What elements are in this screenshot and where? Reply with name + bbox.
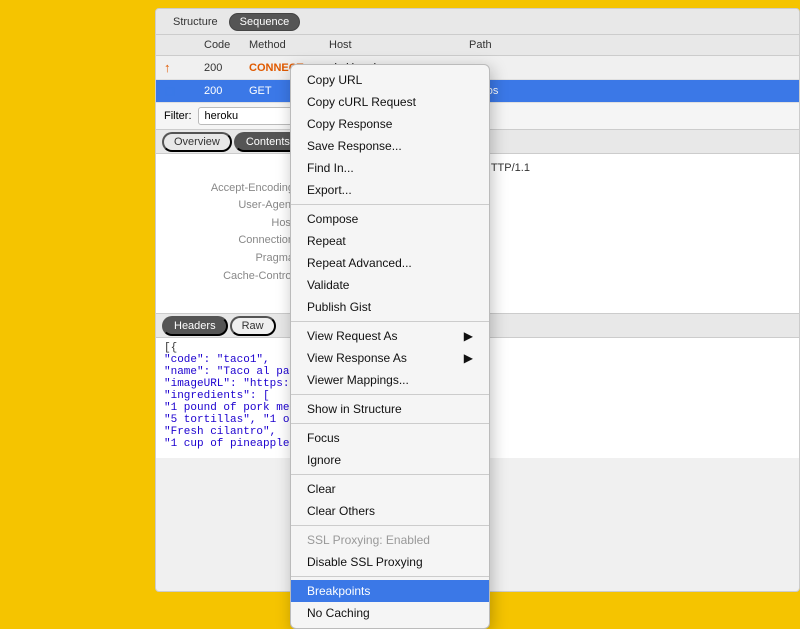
tab-raw[interactable]: Raw [230,316,276,336]
menu-breakpoints[interactable]: Breakpoints [291,580,489,602]
col-host: Host [325,37,465,53]
menu-repeat[interactable]: Repeat [291,230,489,252]
menu-publish-gist[interactable]: Publish Gist [291,296,489,318]
menu-viewer-mappings[interactable]: Viewer Mappings... [291,369,489,391]
submenu-arrow: ▶ [464,329,473,343]
menu-ssl-proxying-enabled: SSL Proxying: Enabled [291,529,489,551]
separator-1 [291,204,489,205]
label-cache-control: Cache-Control [164,268,294,286]
separator-4 [291,423,489,424]
tab-headers[interactable]: Headers [162,316,228,336]
col-path: Path [465,37,795,53]
tab-sequence[interactable]: Sequence [229,13,301,31]
tab-overview[interactable]: Overview [162,132,232,152]
menu-view-request-as-label: View Request As [307,329,398,343]
menu-save-response[interactable]: Save Response... [291,135,489,157]
label-host: Host [164,215,294,233]
menu-find-in[interactable]: Find In... [291,157,489,179]
menu-ignore[interactable]: Ignore [291,449,489,471]
separator-5 [291,474,489,475]
separator-6 [291,525,489,526]
separator-7 [291,576,489,577]
separator-2 [291,321,489,322]
label-user-agent: User-Agent [164,197,294,215]
col-method: Method [245,37,325,53]
col-icon [160,37,200,53]
label-pragma: Pragma [164,250,294,268]
menu-clear-others[interactable]: Clear Others [291,500,489,522]
menu-no-caching[interactable]: No Caching [291,602,489,624]
menu-copy-response[interactable]: Copy Response [291,113,489,135]
row-path: /tacos [465,83,795,99]
tab-structure[interactable]: Structure [162,13,229,31]
menu-view-response-as-label: View Response As [307,351,407,365]
filter-label: Filter: [164,110,192,122]
menu-copy-curl[interactable]: Copy cURL Request [291,91,489,113]
menu-clear[interactable]: Clear [291,478,489,500]
top-tab-bar: Structure Sequence [156,9,799,35]
menu-repeat-advanced[interactable]: Repeat Advanced... [291,252,489,274]
submenu-arrow: ▶ [464,351,473,365]
context-menu: Copy URL Copy cURL Request Copy Response… [290,64,490,629]
separator-3 [291,394,489,395]
row-code: 200 [200,83,245,99]
menu-show-in-structure[interactable]: Show in Structure [291,398,489,420]
menu-view-request-as[interactable]: View Request As ▶ [291,325,489,347]
col-code: Code [200,37,245,53]
menu-disable-ssl-proxying[interactable]: Disable SSL Proxying [291,551,489,573]
label-connection: Connection [164,232,294,250]
menu-copy-url[interactable]: Copy URL [291,69,489,91]
label-accept-encoding: Accept-Encoding [164,180,294,198]
menu-compose[interactable]: Compose [291,208,489,230]
menu-view-response-as[interactable]: View Response As ▶ [291,347,489,369]
row-icon: ▣ [160,82,200,100]
menu-focus[interactable]: Focus [291,427,489,449]
menu-validate[interactable]: Validate [291,274,489,296]
row-icon: ↑ [160,58,200,77]
row-code: 200 [200,60,245,76]
table-header: Code Method Host Path [156,35,799,56]
filter-input[interactable] [198,107,298,125]
menu-export[interactable]: Export... [291,179,489,201]
row-path [465,66,795,70]
